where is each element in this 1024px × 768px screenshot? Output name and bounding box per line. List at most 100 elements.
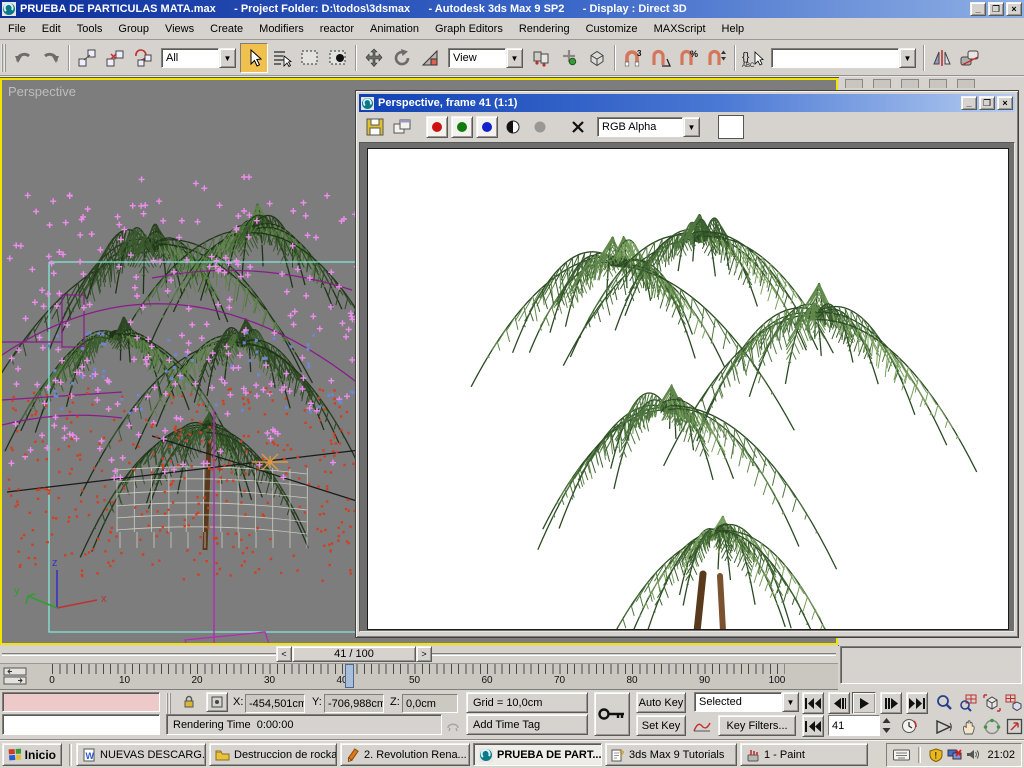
- dropdown-arrow-icon[interactable]: ▼: [506, 48, 523, 68]
- set-key-button[interactable]: Set Key: [636, 715, 686, 736]
- viewport-label[interactable]: Perspective: [8, 84, 76, 99]
- menu-create[interactable]: Create: [202, 19, 251, 39]
- window-crossing-toggle-button[interactable]: [324, 43, 352, 73]
- set-key-mode-toggle[interactable]: [594, 692, 630, 736]
- auto-key-button[interactable]: Auto Key: [636, 692, 686, 713]
- dropdown-arrow-icon[interactable]: ▼: [899, 48, 916, 68]
- green-channel-button[interactable]: [451, 116, 473, 138]
- next-frame-button[interactable]: [880, 692, 902, 714]
- maxscript-listener-white[interactable]: [2, 714, 160, 735]
- time-configuration-button[interactable]: [898, 715, 920, 737]
- select-and-manipulate-button[interactable]: [555, 43, 583, 73]
- arc-rotate-button[interactable]: [980, 715, 1004, 738]
- snaps-toggle-button[interactable]: 3: [619, 43, 647, 73]
- save-bitmap-button[interactable]: [363, 115, 387, 139]
- menu-maxscript[interactable]: MAXScript: [646, 19, 714, 39]
- clock[interactable]: 21:02: [987, 749, 1015, 761]
- maxscript-listener-pink[interactable]: [2, 692, 160, 712]
- menu-reactor[interactable]: reactor: [312, 19, 362, 39]
- menu-graph-editors[interactable]: Graph Editors: [427, 19, 511, 39]
- select-and-rotate-button[interactable]: [388, 43, 416, 73]
- minimize-button[interactable]: _: [970, 2, 986, 16]
- window-titlebar[interactable]: PRUEBA DE PARTICULAS MATA.max - Project …: [0, 0, 1024, 18]
- communication-icon[interactable]: [444, 716, 462, 734]
- spinner-snap-button[interactable]: [703, 43, 731, 73]
- field-of-view-button[interactable]: [932, 715, 956, 738]
- render-maximize-button[interactable]: ❐: [979, 96, 995, 110]
- previous-frame-button[interactable]: [828, 692, 850, 714]
- key-mode-toggle-button[interactable]: [802, 715, 824, 737]
- use-center-button[interactable]: [527, 43, 555, 73]
- menu-modifiers[interactable]: Modifiers: [251, 19, 312, 39]
- keyboard-shortcut-override-button[interactable]: [583, 43, 611, 73]
- go-to-end-button[interactable]: [906, 692, 928, 714]
- security-shield-icon[interactable]: !: [929, 747, 943, 762]
- go-to-start-button[interactable]: [802, 692, 824, 714]
- taskbar-button-3[interactable]: 2. Revolution Rena...: [340, 743, 470, 766]
- network-offline-icon[interactable]: [947, 748, 963, 761]
- reference-coordinate-dropdown[interactable]: View ▼: [448, 48, 523, 68]
- unlink-selection-button[interactable]: [101, 43, 129, 73]
- start-button[interactable]: Inicio: [2, 743, 62, 766]
- menu-help[interactable]: Help: [714, 19, 753, 39]
- dropdown-arrow-icon[interactable]: ▼: [683, 117, 700, 137]
- clone-render-window-button[interactable]: [390, 115, 414, 139]
- y-coordinate-field[interactable]: -706,988cm: [324, 694, 384, 713]
- redo-button[interactable]: [37, 43, 65, 73]
- render-window-titlebar[interactable]: Perspective, frame 41 (1:1) _ ❐ ×: [359, 94, 1015, 112]
- menu-animation[interactable]: Animation: [362, 19, 427, 39]
- zoom-button[interactable]: [932, 691, 956, 714]
- taskbar-button-1[interactable]: W NUEVAS DESCARG...: [76, 743, 206, 766]
- channel-display-dropdown[interactable]: RGB Alpha ▼: [597, 117, 700, 137]
- taskbar-button-2[interactable]: Destruccion de rocka: [209, 743, 337, 766]
- keyboard-tray-icon[interactable]: [893, 749, 911, 761]
- zoom-extents-button[interactable]: [980, 691, 1004, 714]
- selection-lock-toggle[interactable]: [178, 692, 200, 712]
- menu-tools[interactable]: Tools: [69, 19, 111, 39]
- maximize-button[interactable]: ❐: [988, 2, 1004, 16]
- volume-icon[interactable]: [966, 748, 980, 761]
- pan-button[interactable]: [956, 715, 980, 738]
- rendered-frame-window[interactable]: Perspective, frame 41 (1:1) _ ❐ × RGB Al…: [355, 90, 1019, 638]
- monochrome-button[interactable]: [528, 115, 552, 139]
- rectangular-selection-region-button[interactable]: [296, 43, 324, 73]
- current-frame-field[interactable]: 41: [828, 715, 880, 736]
- select-and-move-button[interactable]: [360, 43, 388, 73]
- play-animation-button[interactable]: [852, 692, 876, 714]
- maximize-viewport-toggle-button[interactable]: [1002, 715, 1024, 738]
- default-tangent-button[interactable]: [690, 715, 714, 736]
- absolute-offset-toggle[interactable]: [206, 692, 228, 712]
- angle-snap-button[interactable]: [647, 43, 675, 73]
- toolbar-handle[interactable]: [1, 44, 6, 72]
- menu-group[interactable]: Group: [110, 19, 157, 39]
- frame-spinner[interactable]: [881, 715, 892, 736]
- menu-views[interactable]: Views: [157, 19, 202, 39]
- bind-to-spacewarp-button[interactable]: [129, 43, 157, 73]
- select-by-name-button[interactable]: [268, 43, 296, 73]
- select-and-scale-button[interactable]: [416, 43, 444, 73]
- mirror-button[interactable]: [928, 43, 956, 73]
- previous-frame-arrow[interactable]: <: [276, 646, 292, 662]
- taskbar-button-6[interactable]: 1 - Paint: [740, 743, 868, 766]
- undo-button[interactable]: [9, 43, 37, 73]
- menu-rendering[interactable]: Rendering: [511, 19, 578, 39]
- zoom-extents-all-button[interactable]: [1002, 691, 1024, 714]
- select-object-button[interactable]: [240, 43, 268, 73]
- named-selection-dropdown[interactable]: ▼: [771, 48, 916, 68]
- taskbar-button-4[interactable]: PRUEBA DE PART...: [473, 743, 602, 766]
- dropdown-arrow-icon[interactable]: ▼: [782, 692, 799, 712]
- taskbar-button-5[interactable]: ? 3ds Max 9 Tutorials: [605, 743, 737, 766]
- clear-button[interactable]: [566, 115, 590, 139]
- menu-edit[interactable]: Edit: [34, 19, 69, 39]
- select-and-link-button[interactable]: [73, 43, 101, 73]
- percent-snap-button[interactable]: %: [675, 43, 703, 73]
- edit-named-selections-button[interactable]: {} ABC: [739, 43, 767, 73]
- alpha-channel-button[interactable]: [501, 115, 525, 139]
- x-coordinate-field[interactable]: -454,501cm: [245, 694, 305, 713]
- render-close-button[interactable]: ×: [997, 96, 1013, 110]
- add-time-tag[interactable]: Add Time Tag: [466, 714, 588, 735]
- selection-set-dropdown[interactable]: Selected ▼: [694, 692, 799, 712]
- z-coordinate-field[interactable]: 0,0cm: [402, 694, 458, 713]
- current-frame-marker[interactable]: [345, 664, 355, 688]
- menu-customize[interactable]: Customize: [578, 19, 646, 39]
